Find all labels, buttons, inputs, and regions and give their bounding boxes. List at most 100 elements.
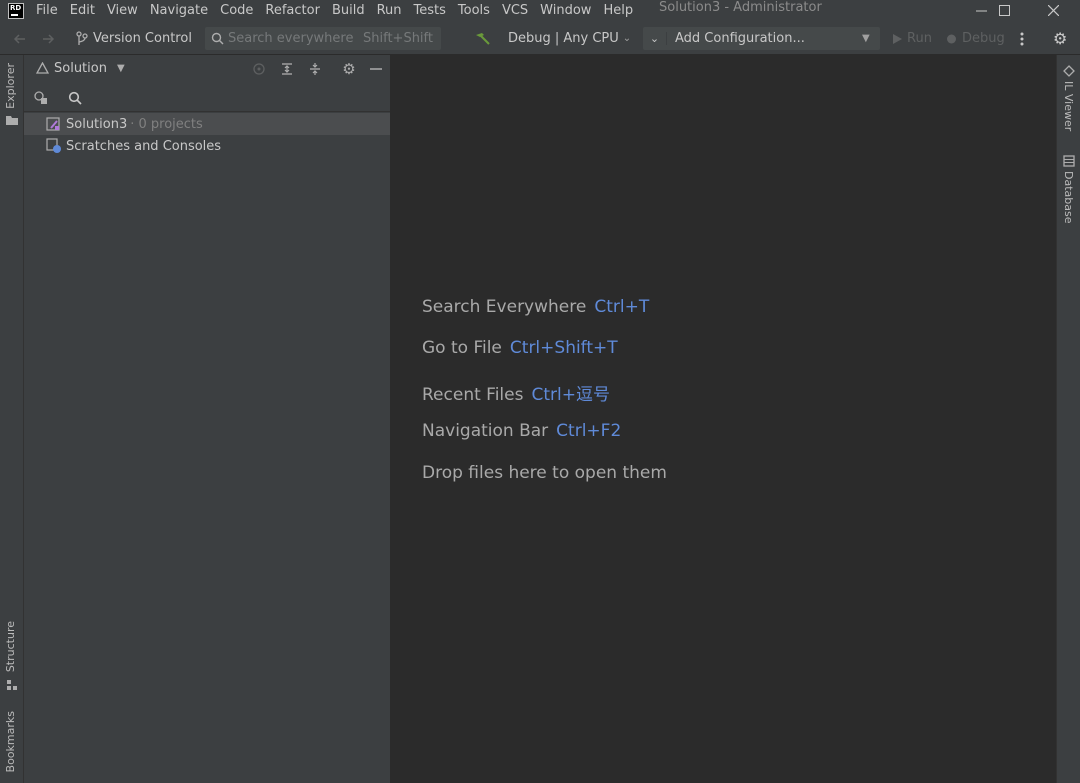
menu-refactor[interactable]: Refactor <box>259 0 326 22</box>
editor-area[interactable]: Search Everywhere Ctrl+T Go to File Ctrl+S… <box>390 55 1056 783</box>
hint-go-to-file: Go to File Ctrl+Shift+T <box>422 338 618 358</box>
expand-all-button[interactable] <box>277 59 297 79</box>
hint-shortcut: Ctrl+T <box>594 297 650 317</box>
hint-label: Search Everywhere <box>422 297 587 317</box>
il-viewer-tool-tab[interactable]: IL Viewer <box>1062 81 1075 131</box>
back-button[interactable] <box>12 22 28 55</box>
app-logo-text: RD <box>10 4 22 12</box>
hint-navigation-bar: Navigation Bar Ctrl+F2 <box>422 421 621 441</box>
debug-button[interactable]: Debug <box>945 22 1005 55</box>
menu-window[interactable]: Window <box>534 0 597 22</box>
hint-shortcut: Ctrl+F2 <box>556 421 622 441</box>
structure-tool-tab[interactable]: Structure <box>4 621 17 672</box>
hint-shortcut: Ctrl+Shift+T <box>509 338 618 358</box>
gear-icon: ⚙ <box>342 60 356 78</box>
database-tool-tab[interactable]: Database <box>1062 171 1075 224</box>
run-config-selector[interactable]: ⌄ Add Configuration... ▼ <box>643 27 880 50</box>
run-button[interactable]: Run <box>891 22 932 55</box>
hint-label: Navigation Bar <box>422 421 549 441</box>
arrow-left-icon <box>13 33 25 44</box>
explorer-panel: Solution ▼ ⚙ Solution3 · 0 projects Scra… <box>24 55 390 783</box>
window-title: Solution3 - Administrator <box>659 0 822 15</box>
hide-panel-button[interactable] <box>366 59 386 79</box>
menu-navigate[interactable]: Navigate <box>144 0 214 22</box>
hint-label: Go to File <box>422 338 502 358</box>
solution-view-label: Solution <box>54 61 107 76</box>
menu-run[interactable]: Run <box>371 0 408 22</box>
close-icon <box>1047 4 1059 16</box>
folder-icon <box>6 116 18 125</box>
version-control-button[interactable]: Version Control <box>75 22 192 55</box>
hint-label: Drop files here to open them <box>422 463 667 483</box>
forward-button[interactable] <box>40 22 56 55</box>
left-tool-strip: Explorer Structure Bookmarks <box>0 55 24 783</box>
menu-help[interactable]: Help <box>597 0 639 22</box>
gear-icon: ⚙ <box>1053 29 1068 48</box>
search-tree-button[interactable] <box>65 88 85 108</box>
explorer-subtoolbar <box>24 84 390 112</box>
expand-all-icon <box>282 63 292 75</box>
dropdown-arrow-icon: ▼ <box>862 33 870 44</box>
files-icon <box>34 91 47 104</box>
collapse-all-icon <box>310 63 320 75</box>
hint-label: Recent Files <box>422 385 524 405</box>
close-button[interactable] <box>1030 0 1076 20</box>
menu-file[interactable]: File <box>30 0 64 22</box>
run-config-label: Add Configuration... <box>675 31 805 46</box>
solution-view-selector[interactable]: Solution ▼ <box>36 61 125 76</box>
search-everywhere-field[interactable]: Search everywhere Shift+Shift <box>205 27 441 50</box>
arrow-right-icon <box>43 33 55 44</box>
structure-icon <box>7 680 17 690</box>
main-toolbar: Version Control Search everywhere Shift+… <box>0 22 1080 55</box>
build-config-label: Debug | Any CPU <box>508 31 619 46</box>
menu-edit[interactable]: Edit <box>64 0 101 22</box>
chevron-down-icon[interactable]: ⌄ <box>643 32 667 45</box>
debug-label: Debug <box>962 31 1005 46</box>
locate-icon <box>253 63 265 75</box>
hint-drop-files: Drop files here to open them <box>422 463 667 483</box>
maximize-button[interactable] <box>981 0 1027 20</box>
panel-options-button[interactable]: ⚙ <box>339 59 359 79</box>
explorer-tool-tab[interactable]: Explorer <box>4 63 17 109</box>
menu-view[interactable]: View <box>101 0 144 22</box>
scratches-icon <box>46 138 61 153</box>
menu-bar: File Edit View Navigate Code Refactor Bu… <box>30 0 639 22</box>
right-tool-strip: IL Viewer Database <box>1056 55 1080 783</box>
more-actions-button[interactable] <box>1019 22 1025 55</box>
hint-recent-files: Recent Files Ctrl+逗号 <box>422 380 610 405</box>
solution-tree: Solution3 · 0 projects Scratches and Con… <box>24 113 390 157</box>
tree-item-label: Scratches and Consoles <box>66 138 222 154</box>
solution-icon <box>46 117 60 131</box>
tree-item-label: Solution3 <box>66 116 128 132</box>
hint-search-everywhere: Search Everywhere Ctrl+T <box>422 297 649 317</box>
tree-item-solution[interactable]: Solution3 · 0 projects <box>24 113 390 135</box>
build-config-selector[interactable]: Debug | Any CPU ⌄ <box>508 22 631 55</box>
solution-view-icon <box>36 62 49 74</box>
settings-button[interactable]: ⚙ <box>1053 22 1067 55</box>
menu-build[interactable]: Build <box>326 0 371 22</box>
run-label: Run <box>907 31 932 46</box>
app-logo: RD <box>8 3 24 19</box>
explorer-panel-header: Solution ▼ ⚙ <box>24 55 390 82</box>
title-bar: RD File Edit View Navigate Code Refactor… <box>0 0 1080 22</box>
build-button[interactable] <box>474 22 492 55</box>
tree-item-scratches[interactable]: Scratches and Consoles <box>24 135 390 157</box>
bookmarks-tool-tab[interactable]: Bookmarks <box>4 711 17 772</box>
menu-code[interactable]: Code <box>214 0 259 22</box>
chevron-down-icon: ⌄ <box>622 33 632 44</box>
menu-vcs[interactable]: VCS <box>496 0 534 22</box>
menu-tools[interactable]: Tools <box>452 0 496 22</box>
search-icon <box>68 91 82 105</box>
play-icon <box>893 33 902 44</box>
search-shortcut: Shift+Shift <box>363 31 433 46</box>
more-vertical-icon <box>1020 32 1024 45</box>
maximize-icon <box>998 4 1010 16</box>
version-control-label: Version Control <box>93 31 192 46</box>
collapse-all-button[interactable] <box>305 59 325 79</box>
hint-shortcut: Ctrl+逗号 <box>531 385 610 405</box>
show-all-files-button[interactable] <box>31 88 51 108</box>
bug-icon <box>947 34 956 44</box>
dropdown-arrow-icon: ▼ <box>116 63 125 74</box>
menu-tests[interactable]: Tests <box>408 0 452 22</box>
locate-file-button[interactable] <box>249 59 269 79</box>
